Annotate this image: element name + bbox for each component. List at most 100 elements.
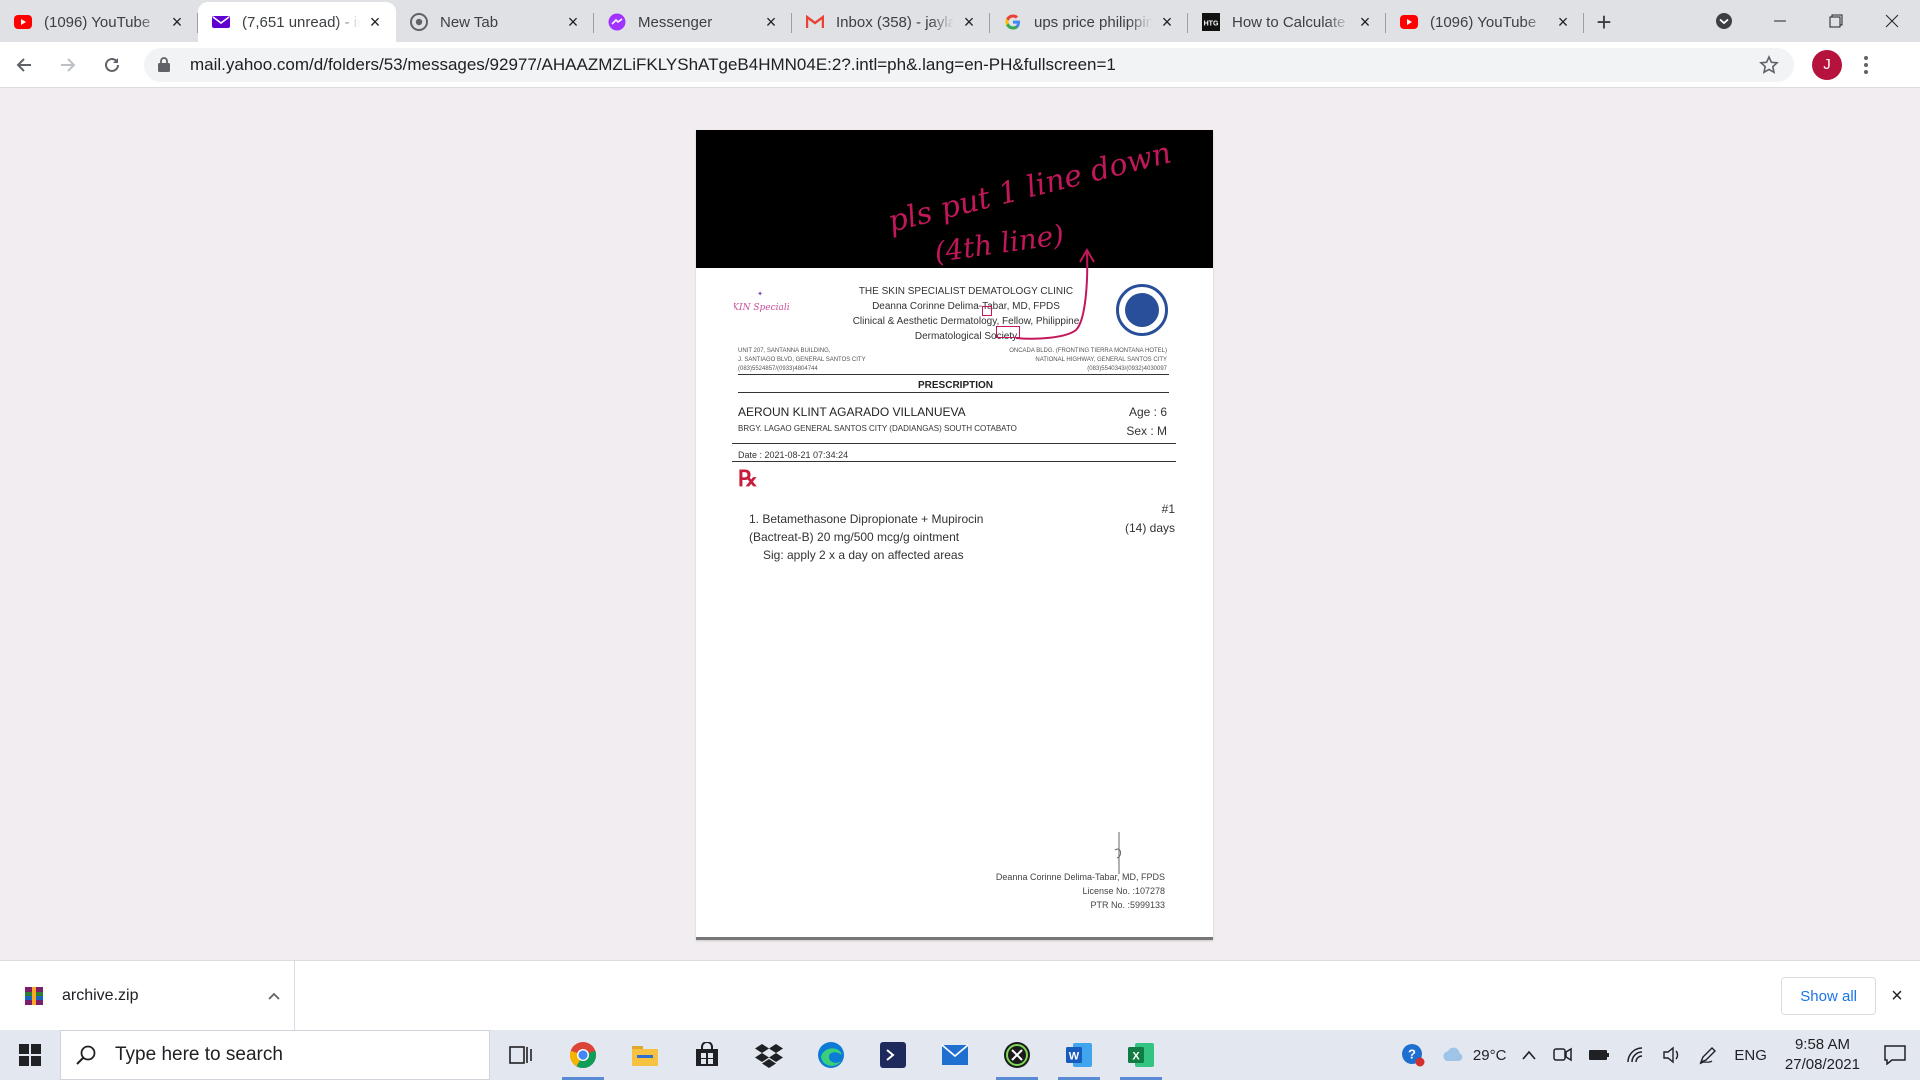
show-all-downloads-button[interactable]: Show all [1781, 977, 1876, 1015]
medication-line-1: 1. Betamethasone Dipropionate + Mupiroci… [749, 512, 984, 526]
wifi-icon[interactable] [1618, 1030, 1654, 1080]
svg-text:SKIN Specialist: SKIN Specialist [734, 303, 790, 313]
htg-icon: HTG [1202, 13, 1220, 31]
medication-quantity: #1 (14) days [1125, 500, 1175, 538]
arrow-right-icon [61, 57, 76, 72]
skin-specialist-logo: ✦ SKIN Specialist [734, 290, 790, 313]
download-bar: archive.zip Show all × [0, 960, 1920, 1031]
task-view-button[interactable] [490, 1030, 552, 1080]
folder-icon [632, 1046, 658, 1066]
close-icon[interactable]: × [1158, 13, 1176, 31]
gmail-icon [806, 13, 824, 31]
chevron-down-icon [1716, 13, 1732, 29]
tab-messenger[interactable]: Messenger × [594, 2, 792, 42]
taskbar-edge[interactable] [800, 1030, 862, 1080]
tab-youtube-1[interactable]: (1096) YouTube × [0, 2, 198, 42]
input-language[interactable]: ENG [1726, 1030, 1775, 1080]
search-placeholder: Type here to search [115, 1044, 283, 1065]
medication-line-2: (Bactreat-B) 20 mg/500 mcg/g ointment [749, 530, 960, 544]
edge-icon [818, 1042, 844, 1068]
doctor-name: Deanna Corinne Delima-Tabar, MD, FPDS [995, 872, 1165, 882]
profile-avatar[interactable]: J [1812, 49, 1842, 80]
taskbar-snipping-tool[interactable] [986, 1030, 1048, 1080]
reload-button[interactable] [92, 45, 132, 85]
chevron-up-icon[interactable] [254, 991, 294, 1001]
tab-label: (7,651 unread) - in [242, 13, 360, 31]
taskbar-search-box[interactable]: Type here to search [60, 1030, 490, 1080]
doctor-society: Dermatological Society [914, 331, 1018, 342]
taskbar-clock[interactable]: 9:58 AM 27/08/2021 [1775, 1035, 1870, 1075]
tab-youtube-2[interactable]: (1096) YouTube × [1386, 2, 1584, 42]
mail-icon [941, 1044, 969, 1065]
tab-yahoo-mail[interactable]: (7,651 unread) - in × [198, 2, 396, 42]
patient-name: AEROUN KLINT AGARADO VILLANUEVA [738, 405, 966, 419]
svg-text:✦: ✦ [757, 290, 763, 298]
close-icon[interactable]: × [564, 13, 582, 31]
messenger-icon [608, 13, 626, 31]
close-icon[interactable]: × [1554, 13, 1572, 31]
lock-icon[interactable] [158, 57, 178, 72]
close-icon[interactable]: × [1356, 13, 1374, 31]
minimize-button[interactable] [1752, 0, 1808, 42]
taskbar-excel[interactable]: X [1110, 1030, 1172, 1080]
weather-temperature: 29°C [1472, 1046, 1507, 1064]
bookmark-star-icon[interactable] [1758, 54, 1780, 75]
tab-new-tab[interactable]: New Tab × [396, 2, 594, 42]
browser-menu-button[interactable] [1854, 55, 1878, 74]
tab-strip: (1096) YouTube × (7,651 unread) - in × N… [0, 0, 1920, 42]
tab-search-button[interactable] [1696, 0, 1752, 42]
taskbar-store[interactable] [676, 1030, 738, 1080]
volume-icon[interactable] [1654, 1030, 1690, 1080]
close-window-button[interactable] [1864, 0, 1920, 42]
license-number: License No. :107278 [1082, 886, 1165, 896]
taskbar-powershell[interactable] [862, 1030, 924, 1080]
weather-widget[interactable]: 29°C [1433, 1030, 1515, 1080]
taskbar-mail[interactable] [924, 1030, 986, 1080]
forward-button[interactable] [48, 45, 88, 85]
prescription-letterhead: ✦ SKIN Specialist THE SKIN SPECIALIST DE… [696, 268, 1213, 378]
close-icon[interactable]: × [168, 13, 186, 31]
pen-icon[interactable] [1690, 1030, 1726, 1080]
new-tab-button[interactable]: + [1584, 2, 1624, 42]
divider [732, 461, 1176, 462]
restore-button[interactable] [1808, 0, 1864, 42]
terminal-icon [880, 1042, 906, 1068]
url-text[interactable]: mail.yahoo.com/d/folders/53/messages/929… [190, 55, 1758, 75]
back-button[interactable] [4, 45, 44, 85]
close-icon[interactable]: × [960, 13, 978, 31]
close-icon[interactable]: × [1886, 985, 1908, 1007]
tab-label: (1096) YouTube [44, 13, 151, 31]
annotation-insert-mark [982, 306, 992, 316]
dermatological-society-seal [1116, 284, 1168, 336]
clinic-info: THE SKIN SPECIALIST DEMATOLOGY CLINIC De… [816, 284, 1116, 344]
tab-label: (1096) YouTube [1430, 13, 1537, 31]
doctor-signature-block: Deanna Corinne Delima-Tabar, MD, FPDS Li… [996, 870, 1165, 912]
taskbar-word[interactable]: W [1048, 1030, 1110, 1080]
rx-symbol: ℞ [738, 466, 758, 492]
show-hidden-icons-button[interactable] [1514, 1030, 1544, 1080]
prescription-document[interactable]: pls put 1 line down (4th line) ✦ SKIN Sp… [696, 130, 1213, 940]
svg-text:?: ? [1408, 1047, 1416, 1062]
windows-taskbar: Type here to search W X ? 29°C ENG 9:58 … [0, 1030, 1920, 1080]
close-icon[interactable]: × [366, 13, 384, 31]
start-button[interactable] [0, 1030, 60, 1080]
tab-google-search[interactable]: ups price philippin × [990, 2, 1188, 42]
clinic-address-left: UNIT 207, SANTANNA BUILDING, J. SANTIAGO… [738, 348, 866, 372]
download-item[interactable]: archive.zip [0, 961, 295, 1031]
tab-how-to-calculate[interactable]: HTG How to Calculate × [1188, 2, 1386, 42]
tab-label: ups price philippin [1034, 13, 1152, 31]
taskbar-chrome[interactable] [552, 1030, 614, 1080]
close-icon[interactable]: × [762, 13, 780, 31]
prescription-date: Date : 2021-08-21 07:34:24 [738, 450, 849, 460]
meet-now-icon[interactable] [1544, 1030, 1580, 1080]
browser-toolbar: mail.yahoo.com/d/folders/53/messages/929… [0, 42, 1920, 88]
help-icon[interactable]: ? [1393, 1030, 1433, 1080]
address-bar[interactable]: mail.yahoo.com/d/folders/53/messages/929… [144, 47, 1794, 82]
tab-gmail[interactable]: Inbox (358) - jayla × [792, 2, 990, 42]
yahoo-mail-icon [212, 13, 230, 31]
tab-label: Inbox (358) - jayla [836, 13, 954, 31]
battery-icon[interactable] [1580, 1030, 1618, 1080]
notifications-icon[interactable] [1870, 1030, 1920, 1080]
taskbar-file-explorer[interactable] [614, 1030, 676, 1080]
taskbar-dropbox[interactable] [738, 1030, 800, 1080]
